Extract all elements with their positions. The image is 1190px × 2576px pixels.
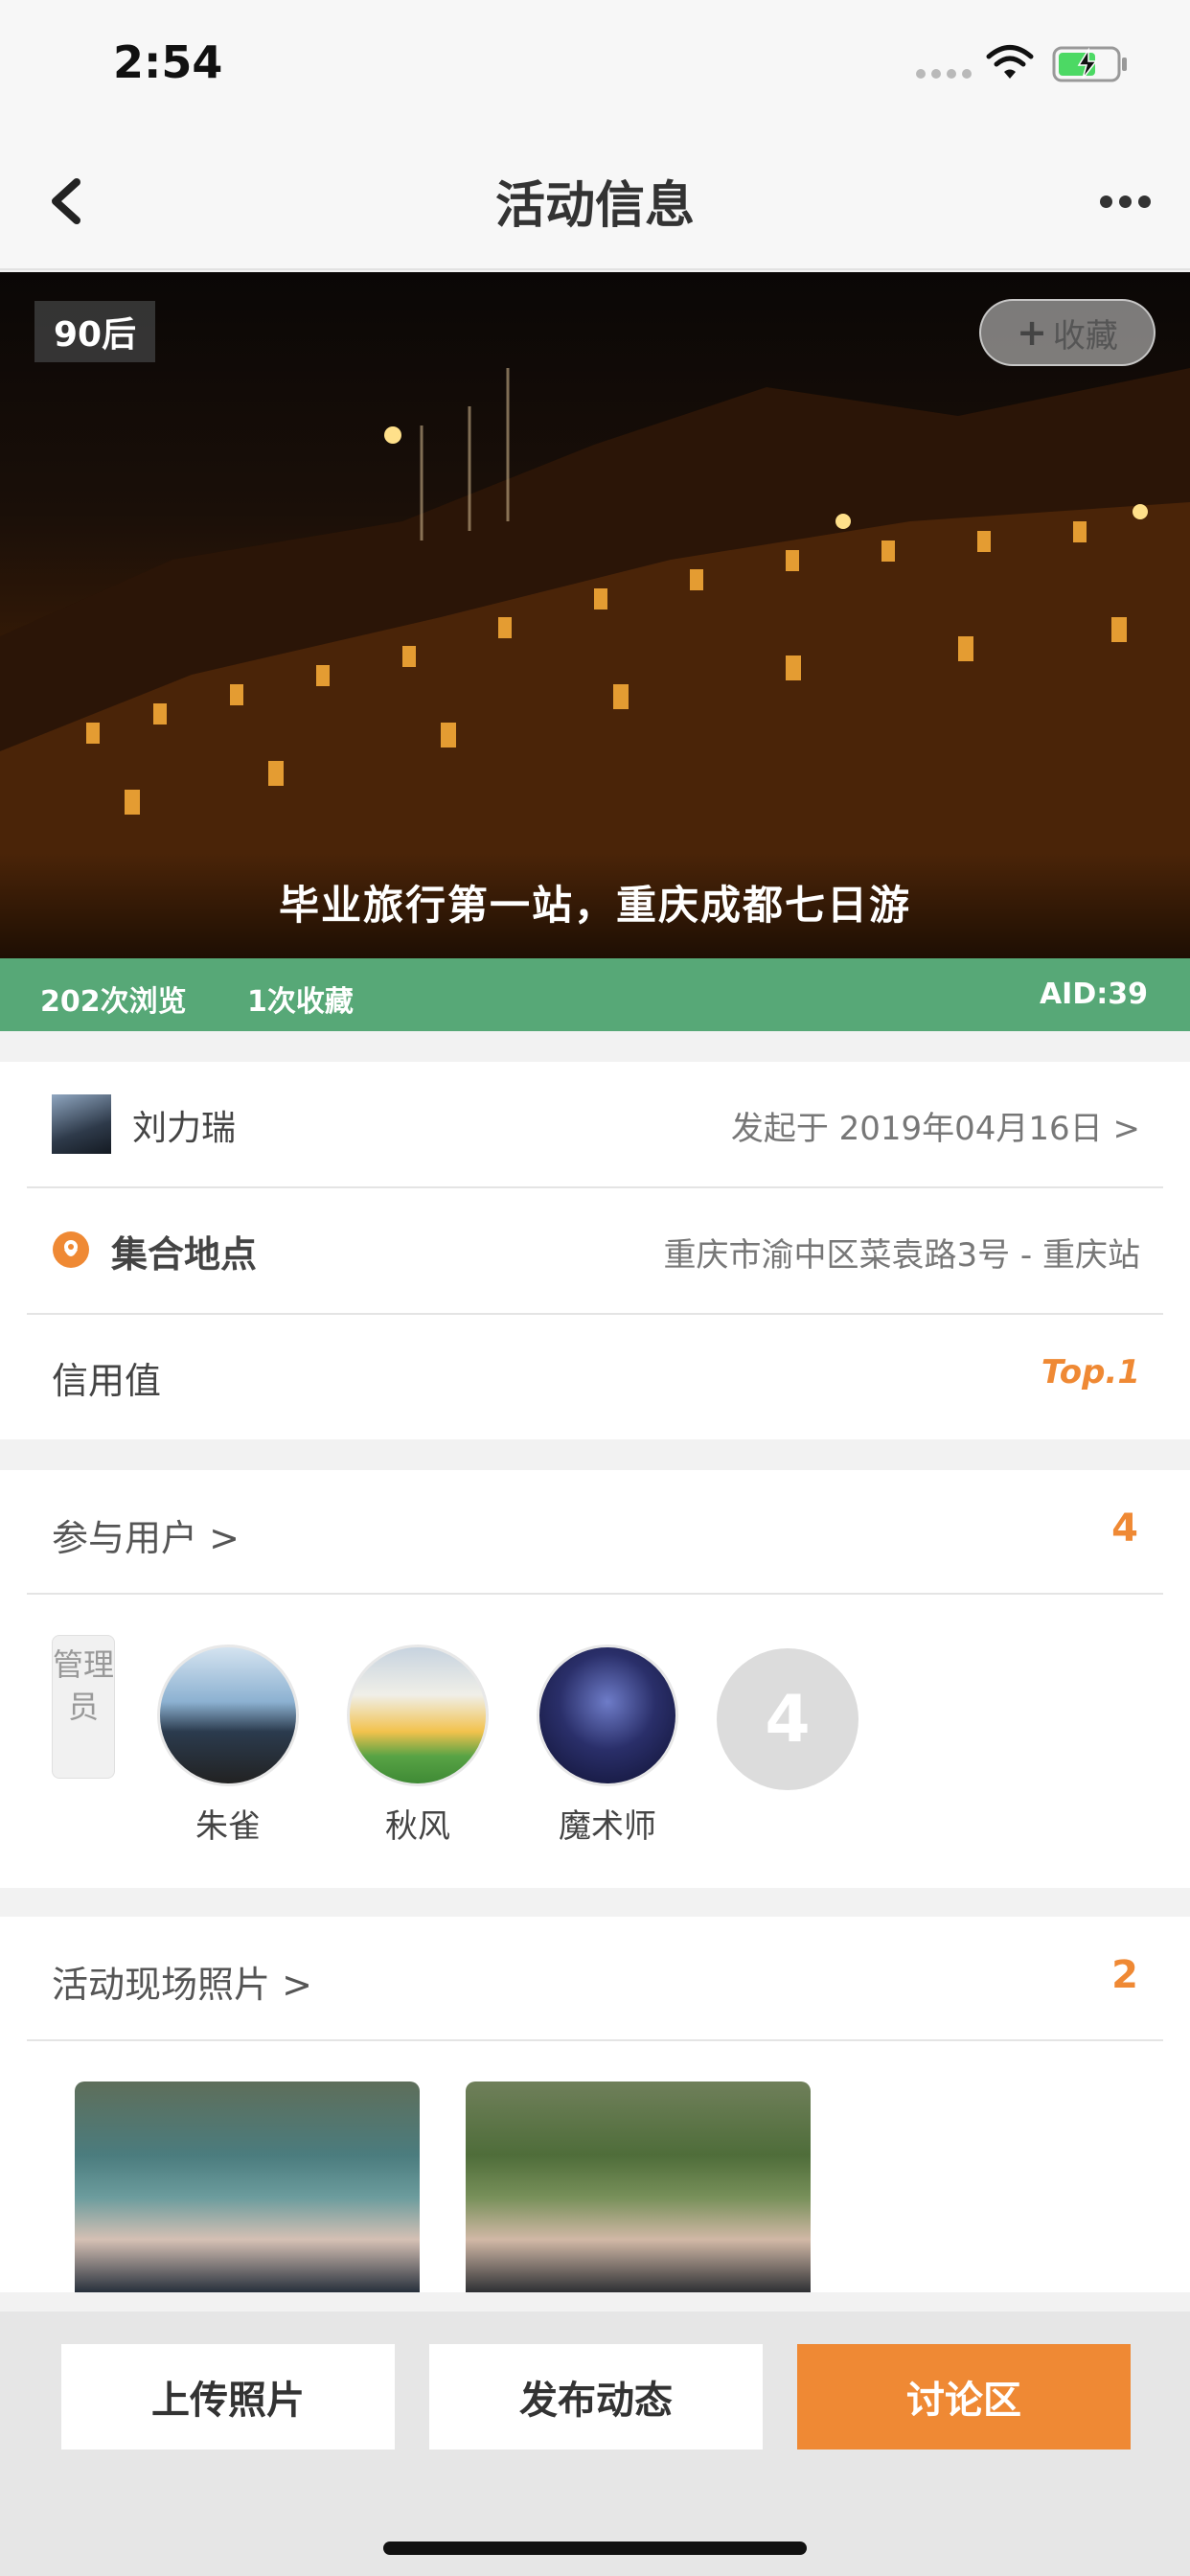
- age-tag: 90后: [34, 301, 156, 362]
- more-members-count[interactable]: 4: [717, 1648, 858, 1790]
- participants-header[interactable]: 参与用户 > 4: [27, 1470, 1163, 1595]
- favorite-count: 1次收藏: [247, 985, 354, 1019]
- activity-photo[interactable]: [75, 2082, 420, 2292]
- organizer-row[interactable]: 刘力瑞 发起于 2019年04月16日 >: [27, 1062, 1163, 1188]
- activity-cover-image: 90后 + 收藏 毕业旅行第一站，重庆成都七日游: [0, 272, 1190, 958]
- participants-count: 4: [1111, 1506, 1138, 1551]
- battery-charging-icon: [1052, 46, 1127, 82]
- signal-icon: [916, 69, 972, 79]
- discussion-button[interactable]: 讨论区: [797, 2344, 1131, 2450]
- location-row[interactable]: 集合地点 重庆市渝中区菜袁路3号 - 重庆站: [27, 1188, 1163, 1315]
- status-bar: 2:54: [0, 0, 1190, 134]
- info-card: 刘力瑞 发起于 2019年04月16日 > 集合地点 重庆市渝中区菜袁路3号 -…: [0, 1062, 1190, 1439]
- member-name: 秋风: [385, 1807, 450, 1846]
- bottom-action-bar: 上传照片 发布动态 讨论区: [0, 2312, 1190, 2576]
- launch-date: 发起于 2019年04月16日 >: [730, 1110, 1140, 1148]
- admin-tag: 管理员: [52, 1635, 115, 1779]
- member-name: 魔术师: [559, 1807, 656, 1846]
- credit-row: 信用值 Top.1: [27, 1315, 1163, 1439]
- photos-card: 活动现场照片 > 2: [0, 1917, 1190, 2292]
- activity-id: AID:39: [1039, 978, 1148, 1011]
- member-item[interactable]: 朱雀: [157, 1644, 299, 1847]
- participants-card: 参与用户 > 4 管理员 朱雀 秋风 魔术师 4: [0, 1470, 1190, 1888]
- location-label: 集合地点: [111, 1233, 258, 1276]
- status-time: 2:54: [113, 36, 223, 88]
- avatar: [347, 1644, 489, 1786]
- favorite-label: 收藏: [1052, 316, 1118, 356]
- photos-title: 活动现场照片 >: [52, 1964, 312, 2006]
- page-title: 活动信息: [494, 177, 695, 235]
- avatar: [157, 1644, 299, 1786]
- home-indicator[interactable]: [383, 2542, 807, 2555]
- upload-photo-button[interactable]: 上传照片: [61, 2344, 395, 2450]
- wifi-icon: [986, 45, 1034, 79]
- photos-header[interactable]: 活动现场照片 > 2: [27, 1917, 1163, 2041]
- view-count: 202次浏览: [40, 985, 187, 1019]
- more-options-icon[interactable]: [1100, 190, 1159, 213]
- organizer-name: 刘力瑞: [132, 1109, 237, 1148]
- photos-count: 2: [1111, 1953, 1138, 1997]
- activity-title: 毕业旅行第一站，重庆成都七日游: [0, 853, 1190, 958]
- favorite-button[interactable]: + 收藏: [979, 299, 1156, 366]
- member-name: 朱雀: [195, 1807, 261, 1846]
- location-pin-icon: [53, 1231, 89, 1268]
- plus-icon: +: [1017, 311, 1047, 354]
- avatar: [52, 1094, 111, 1154]
- stats-bar: 202次浏览 1次收藏 AID:39: [0, 958, 1190, 1031]
- post-update-button[interactable]: 发布动态: [429, 2344, 763, 2450]
- avatar: [537, 1644, 678, 1786]
- member-item[interactable]: 秋风: [347, 1644, 489, 1847]
- activity-photo[interactable]: [466, 2082, 811, 2292]
- location-value: 重庆市渝中区菜袁路3号 - 重庆站: [663, 1236, 1140, 1275]
- nav-bar: 活动信息: [0, 134, 1190, 270]
- credit-value: Top.1: [1041, 1353, 1140, 1392]
- credit-label: 信用值: [52, 1360, 162, 1402]
- member-item[interactable]: 魔术师: [537, 1644, 678, 1847]
- participants-title: 参与用户 >: [52, 1517, 240, 1559]
